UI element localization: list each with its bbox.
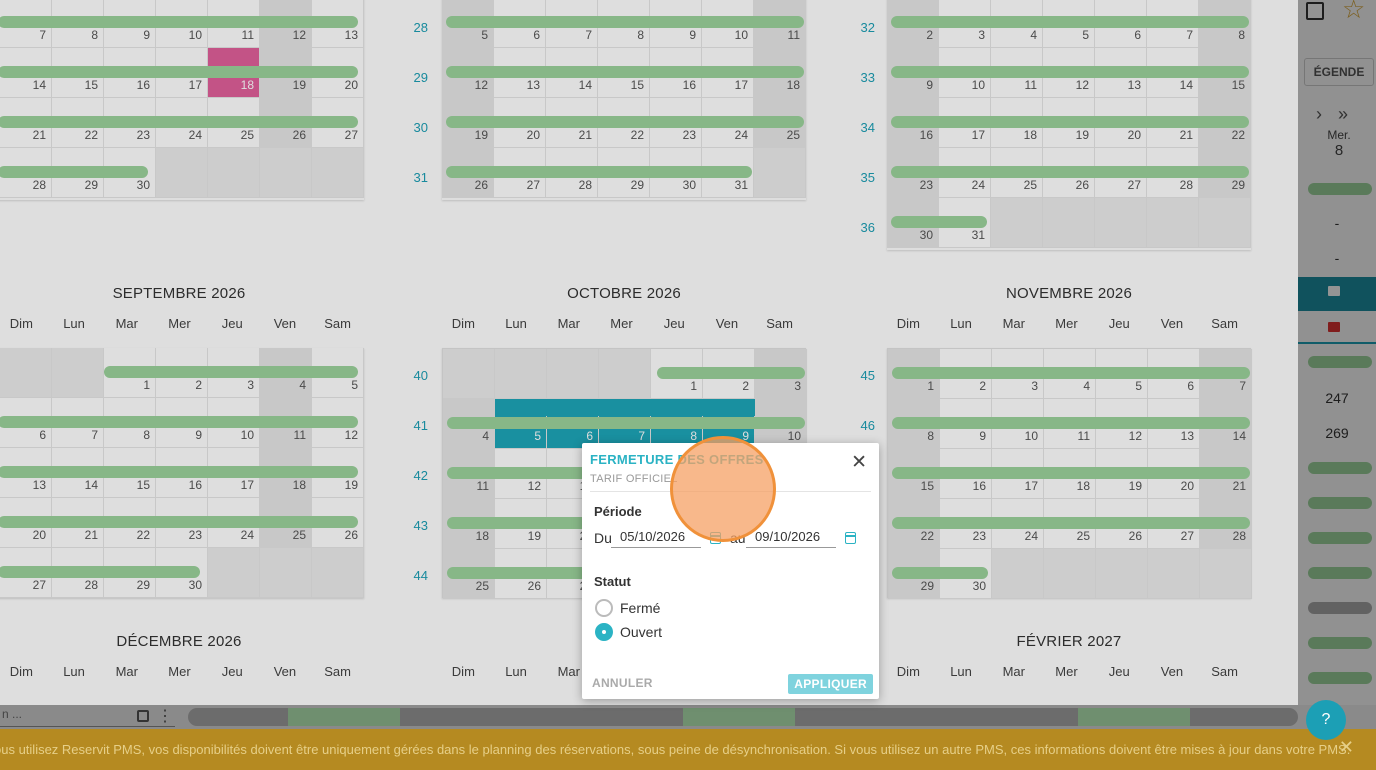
- start-date-input[interactable]: [611, 526, 701, 548]
- timeline-segment: [683, 708, 795, 726]
- radio-open[interactable]: [595, 623, 613, 641]
- close-icon[interactable]: ✕: [851, 451, 867, 474]
- dialog-subtitle: TARIF OFFICIEL: [590, 473, 678, 485]
- touch-indicator: [670, 436, 776, 542]
- close-icon[interactable]: ✕: [1339, 737, 1354, 758]
- calendar-icon[interactable]: [845, 532, 856, 544]
- radio-open-label: Ouvert: [620, 624, 663, 640]
- cancel-button[interactable]: ANNULER: [592, 676, 653, 690]
- apply-button[interactable]: APPLIQUER: [788, 674, 873, 694]
- modal-backdrop-side[interactable]: [1298, 0, 1376, 705]
- from-label: Du: [594, 530, 612, 546]
- timeline-scrollbar[interactable]: n ... ⋮: [0, 705, 1376, 729]
- radio-closed-label: Fermé: [620, 600, 661, 616]
- period-label: Période: [594, 504, 642, 519]
- end-date-input[interactable]: [746, 526, 836, 548]
- calendar-icon[interactable]: [137, 710, 149, 722]
- more-icon[interactable]: ⋮: [157, 706, 173, 726]
- timeline-segment: [288, 708, 400, 726]
- calendar-screen: 7 8 9 10 11 12 13 14 15 16 17 18 19 20 21 22 23 24 25 26 27 2…: [0, 0, 1376, 770]
- status-label: Statut: [594, 574, 631, 589]
- help-button[interactable]: ?: [1306, 700, 1346, 740]
- radio-closed[interactable]: [595, 599, 613, 617]
- banner-text: ous utilisez Reservit PMS, vos disponibi…: [0, 742, 1351, 757]
- timeline-segment: [1078, 708, 1190, 726]
- warning-banner: ous utilisez Reservit PMS, vos disponibi…: [0, 729, 1376, 770]
